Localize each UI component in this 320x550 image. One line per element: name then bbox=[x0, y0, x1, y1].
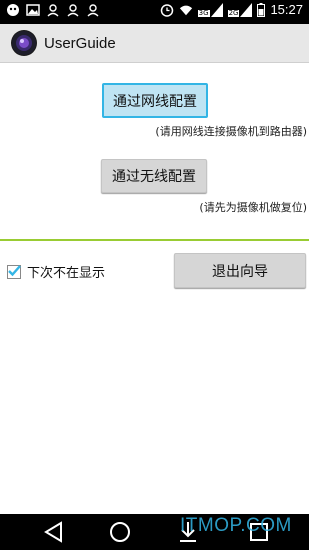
signal-2g: 2G bbox=[227, 2, 253, 17]
network-badge: 2G bbox=[227, 8, 240, 17]
network-badge: 3G bbox=[197, 8, 210, 17]
status-bar: 3G 2G 15:27 bbox=[0, 0, 309, 24]
signal-3g: 3G bbox=[197, 2, 223, 17]
wireless-hint: (请先为摄像机做复位) bbox=[199, 201, 307, 214]
battery-icon bbox=[257, 2, 266, 17]
exit-guide-button[interactable]: 退出向导 bbox=[174, 253, 306, 288]
app-title: UserGuide bbox=[44, 34, 116, 52]
system-icons: 3G 2G 15:27 bbox=[160, 2, 303, 17]
back-icon[interactable] bbox=[40, 518, 68, 546]
checkmark-icon bbox=[8, 264, 21, 276]
chat-icon bbox=[7, 4, 19, 16]
alarm-icon bbox=[160, 3, 173, 17]
person-icon bbox=[67, 4, 79, 17]
divider bbox=[0, 239, 309, 241]
home-icon[interactable] bbox=[106, 518, 134, 546]
signal-icon bbox=[210, 2, 223, 17]
watermark: ITMOP.COM bbox=[180, 515, 292, 536]
clock: 15:27 bbox=[270, 2, 303, 17]
image-icon bbox=[26, 4, 40, 16]
person-icon bbox=[47, 4, 59, 17]
camera-lens-icon bbox=[11, 30, 37, 56]
wireless-config-button[interactable]: 通过无线配置 bbox=[101, 159, 207, 193]
dont-show-again-label: 下次不在显示 bbox=[27, 266, 106, 281]
person-icon bbox=[87, 4, 99, 17]
action-bar: UserGuide bbox=[0, 24, 309, 63]
wifi-icon bbox=[179, 5, 192, 15]
notification-icons bbox=[6, 3, 100, 17]
wired-hint: (请用网线连接摄像机到路由器) bbox=[155, 125, 307, 138]
signal-icon bbox=[240, 2, 253, 17]
dont-show-again-checkbox[interactable] bbox=[7, 264, 21, 279]
dont-show-again-row[interactable]: 下次不在显示 bbox=[7, 262, 105, 281]
wired-config-button[interactable]: 通过网线配置 bbox=[102, 83, 208, 118]
